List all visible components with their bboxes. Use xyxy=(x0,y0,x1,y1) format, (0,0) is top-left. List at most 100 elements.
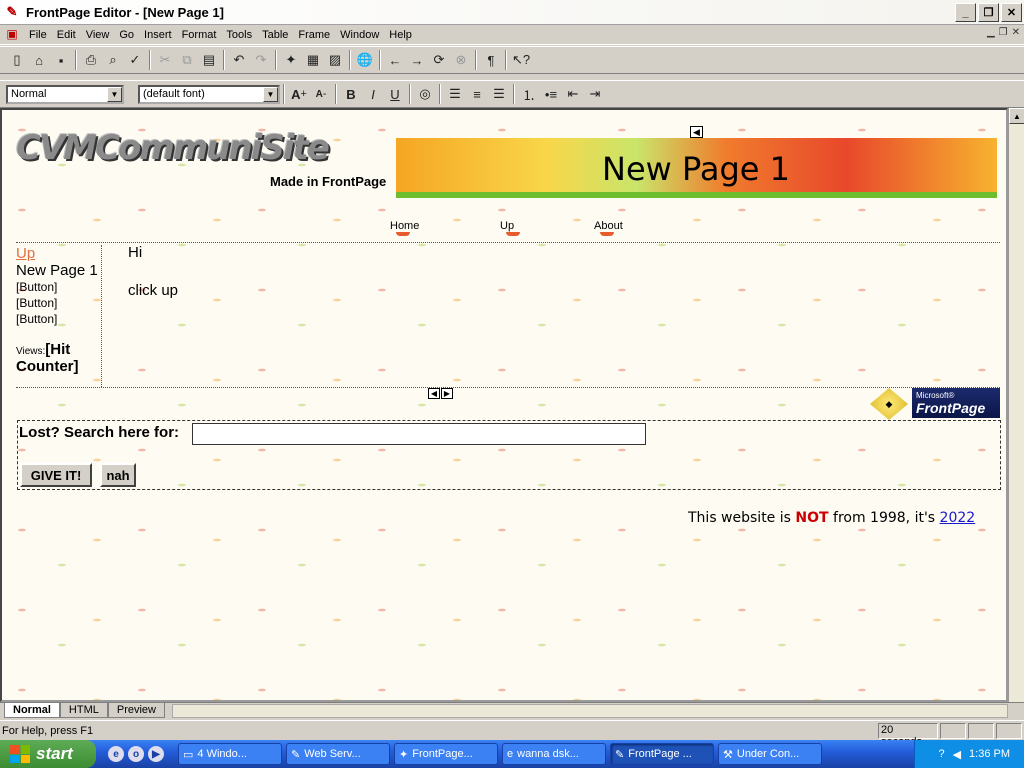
next-arrow-icon[interactable]: ▶ xyxy=(441,388,453,399)
task-explorer[interactable]: ▭ 4 Windo... xyxy=(178,743,282,765)
save-icon[interactable]: ▪ xyxy=(50,49,72,71)
vertical-scrollbar[interactable]: ▲ xyxy=(1008,108,1024,702)
menu-format[interactable]: Format xyxy=(177,29,222,41)
align-right-icon[interactable]: ☰ xyxy=(488,83,510,105)
nav-about[interactable]: About xyxy=(594,220,623,236)
editor-page[interactable]: CVMCommuniSite Made in FrontPage New Pag… xyxy=(0,108,1008,702)
folder-icon: ▭ xyxy=(183,748,194,761)
increase-font-icon[interactable]: A + xyxy=(288,83,310,105)
new-icon[interactable]: ▯ xyxy=(6,49,28,71)
volume-icon[interactable]: ◀ xyxy=(953,748,961,761)
nah-button[interactable]: nah xyxy=(100,463,136,487)
nav-home[interactable]: Home xyxy=(390,220,419,236)
stop-icon[interactable]: ⊗ xyxy=(450,49,472,71)
text-color-icon[interactable]: ◎ xyxy=(414,83,436,105)
give-it-button[interactable]: GIVE IT! xyxy=(20,463,92,487)
webbot-icon[interactable]: ✦ xyxy=(280,49,302,71)
open-icon[interactable]: ⌂ xyxy=(28,49,50,71)
help-icon[interactable]: ? xyxy=(938,748,944,760)
ie-icon[interactable]: e xyxy=(108,746,124,762)
minimize-button[interactable]: _ xyxy=(955,3,976,22)
frontpage-window: ✎ FrontPage Editor - [New Page 1] _ ❐ ✕ … xyxy=(0,0,1024,768)
task-label: Under Con... xyxy=(736,748,800,760)
task-web-server[interactable]: ✎ Web Serv... xyxy=(286,743,390,765)
refresh-icon[interactable]: ⟳ xyxy=(428,49,450,71)
start-label: start xyxy=(36,744,73,763)
task-frontpage-explorer[interactable]: ✦ FrontPage... xyxy=(394,743,498,765)
decrease-indent-icon[interactable]: ⇤ xyxy=(562,83,584,105)
font-select[interactable]: (default font) ▼ xyxy=(138,84,280,104)
menu-insert[interactable]: Insert xyxy=(139,29,177,41)
doc-restore-button[interactable]: ❐ xyxy=(999,27,1008,38)
nav-up[interactable]: Up xyxy=(500,220,521,236)
doc-close-button[interactable]: ✕ xyxy=(1012,27,1020,38)
menu-edit[interactable]: Edit xyxy=(52,29,81,41)
search-input[interactable] xyxy=(192,423,646,445)
nav-button-placeholder[interactable]: [Button] xyxy=(16,295,101,311)
tab-preview[interactable]: Preview xyxy=(107,703,165,718)
tab-normal[interactable]: Normal xyxy=(4,703,60,718)
increase-indent-icon[interactable]: ⇥ xyxy=(584,83,606,105)
standard-toolbar: ▯ ⌂ ▪ ⎙ ⌕ ✓ ✂ ⧉ ▤ ↶ ↷ ✦ ▦ ▨ 🌐 ← → ⟳ ⊗ ¶ … xyxy=(0,46,1024,74)
menu-frame[interactable]: Frame xyxy=(293,29,335,41)
frontpage-app-icon: ✎ xyxy=(6,4,18,19)
page-nav-arrows: ◀ ▶ xyxy=(428,388,453,399)
nav-button-placeholder[interactable]: [Button] xyxy=(16,279,101,295)
frontpage-icon: ✦ xyxy=(399,748,409,761)
scroll-up-icon[interactable]: ▲ xyxy=(1009,108,1024,124)
tab-html[interactable]: HTML xyxy=(59,703,108,718)
back-arrow-icon[interactable]: ◀ xyxy=(690,126,703,138)
start-button[interactable]: start xyxy=(0,740,96,768)
redo-icon[interactable]: ↷ xyxy=(250,49,272,71)
menu-table[interactable]: Table xyxy=(257,29,293,41)
insert-table-icon[interactable]: ▦ xyxy=(302,49,324,71)
outlook-icon[interactable]: o xyxy=(128,746,144,762)
align-left-icon[interactable]: ☰ xyxy=(444,83,466,105)
forward-icon[interactable]: → xyxy=(406,49,428,71)
hyperlink-icon[interactable]: 🌐 xyxy=(354,49,376,71)
doc-minimize-button[interactable]: ▁ xyxy=(987,27,995,38)
menu-go[interactable]: Go xyxy=(114,29,139,41)
menu-tools[interactable]: Tools xyxy=(221,29,257,41)
copy-icon[interactable]: ⧉ xyxy=(176,49,198,71)
left-nav-current-page: New Page 1 xyxy=(16,262,98,279)
clock[interactable]: 1:36 PM xyxy=(969,748,1010,760)
document-icon[interactable]: ▣ xyxy=(4,27,20,43)
nav-button-placeholder[interactable]: [Button] xyxy=(16,311,101,327)
media-player-icon[interactable]: ▶ xyxy=(148,746,164,762)
menu-view[interactable]: View xyxy=(81,29,115,41)
paste-icon[interactable]: ▤ xyxy=(198,49,220,71)
left-nav-up-link[interactable]: Up xyxy=(16,245,101,262)
task-browser[interactable]: e wanna dsk... xyxy=(502,743,606,765)
italic-icon[interactable]: I xyxy=(362,83,384,105)
chevron-down-icon[interactable]: ▼ xyxy=(107,86,122,102)
print-preview-icon[interactable]: ⌕ xyxy=(102,49,124,71)
menu-file[interactable]: File xyxy=(24,29,52,41)
style-select[interactable]: Normal ▼ xyxy=(6,84,124,104)
close-button[interactable]: ✕ xyxy=(1001,3,1022,22)
menu-help[interactable]: Help xyxy=(384,29,417,41)
help-pointer-icon[interactable]: ↖? xyxy=(510,49,532,71)
print-icon[interactable]: ⎙ xyxy=(80,49,102,71)
decrease-font-icon[interactable]: A- xyxy=(310,83,332,105)
back-icon[interactable]: ← xyxy=(384,49,406,71)
separator xyxy=(75,50,77,70)
bold-icon[interactable]: B xyxy=(340,83,362,105)
underline-icon[interactable]: U xyxy=(384,83,406,105)
spelling-icon[interactable]: ✓ xyxy=(124,49,146,71)
chevron-down-icon[interactable]: ▼ xyxy=(263,86,278,102)
numbered-list-icon[interactable]: ⒈ xyxy=(518,83,540,105)
bulleted-list-icon[interactable]: •≡ xyxy=(540,83,562,105)
prev-arrow-icon[interactable]: ◀ xyxy=(428,388,440,399)
horizontal-scrollbar[interactable] xyxy=(172,704,1008,718)
undo-icon[interactable]: ↶ xyxy=(228,49,250,71)
show-all-icon[interactable]: ¶ xyxy=(480,49,502,71)
task-under-construction[interactable]: ⚒ Under Con... xyxy=(718,743,822,765)
cut-icon[interactable]: ✂ xyxy=(154,49,176,71)
footer-year-link[interactable]: 2022 xyxy=(940,510,976,526)
insert-image-icon[interactable]: ▨ xyxy=(324,49,346,71)
align-center-icon[interactable]: ≡ xyxy=(466,83,488,105)
maximize-button[interactable]: ❐ xyxy=(978,3,999,22)
task-frontpage-editor[interactable]: ✎ FrontPage ... xyxy=(610,743,714,765)
menu-window[interactable]: Window xyxy=(335,29,384,41)
